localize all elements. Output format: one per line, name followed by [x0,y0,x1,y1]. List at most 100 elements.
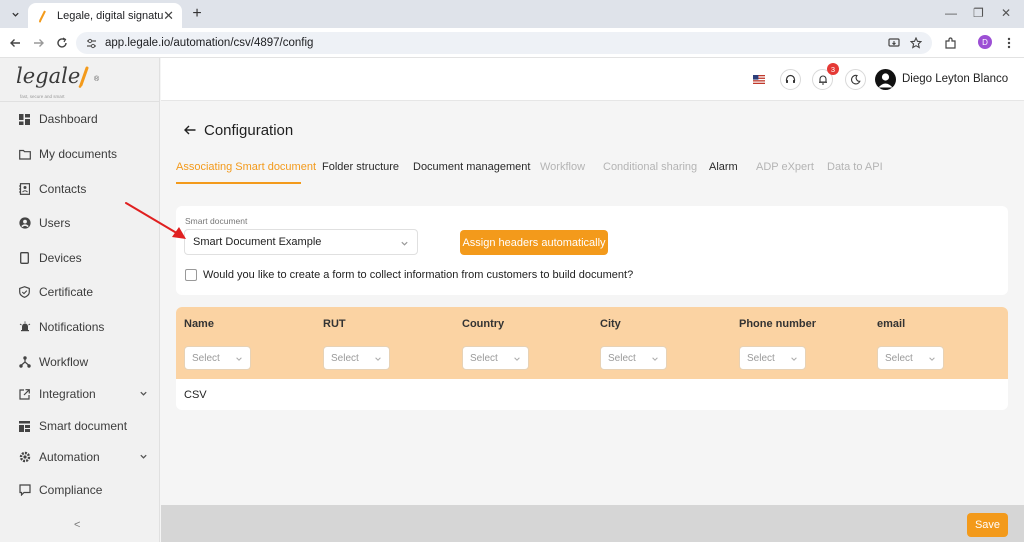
notification-count-badge: 3 [827,63,839,75]
rut-column-select[interactable]: Select [323,346,390,370]
mapping-header-row: Name Select RUT Select Country Select Ci… [176,307,1008,379]
new-tab-button[interactable]: + [188,5,206,23]
browser-menu-icon[interactable] [1001,35,1017,51]
annotation-arrow-icon [125,202,186,239]
minimize-window-icon[interactable]: — [945,6,957,20]
reload-icon[interactable] [54,35,70,51]
chevron-down-icon [140,454,147,459]
user-avatar-icon [878,73,893,88]
sidebar-item-my-documents[interactable]: My documents [18,144,152,164]
sidebar-item-notifications[interactable]: Notifications [18,317,152,337]
sidebar-item-automation[interactable]: Automation [18,447,152,467]
folder-icon [18,148,31,161]
sidebar-item-label: Devices [39,251,82,265]
sidebar-item-label: My documents [39,147,118,161]
sidebar-item-label: Workflow [39,355,89,369]
browser-tab[interactable]: Legale, digital signature ✕ [28,3,182,28]
browser-tab-bar: Legale, digital signature ✕ + — ❐ ✕ [0,0,1024,28]
tab-folder-structure[interactable]: Folder structure [322,161,399,173]
tab-alarm[interactable]: Alarm [709,161,738,173]
chevron-down-icon [140,391,147,396]
tab-data-to-api[interactable]: Data to API [827,161,883,173]
support-button[interactable] [780,69,801,90]
tab-search-button[interactable] [6,5,24,23]
tab-adp-expert[interactable]: ADP eXpert [756,161,814,173]
collapse-sidebar-button[interactable]: < [74,519,80,531]
smart-document-select[interactable]: Smart Document Example [184,229,418,255]
select-placeholder: Select [747,352,775,364]
user-name[interactable]: Diego Leyton Blanco [902,73,1008,85]
tab-associating-smart-document[interactable]: Associating Smart document [176,161,316,173]
moon-icon [850,74,861,85]
country-column-select[interactable]: Select [462,346,529,370]
workflow-icon [18,356,31,369]
sidebar-item-devices[interactable]: Devices [18,248,152,268]
sidebar: legale ® fast, secure and smart Dashboar… [0,58,160,542]
star-icon[interactable] [910,37,922,49]
sidebar-item-smart-document[interactable]: Smart document [18,416,152,436]
sidebar-item-compliance[interactable]: Compliance [18,480,152,500]
tab-workflow[interactable]: Workflow [540,161,585,173]
close-window-icon[interactable]: ✕ [1001,6,1011,20]
install-app-icon[interactable] [888,37,900,49]
header-mapping-table: Name Select RUT Select Country Select Ci… [176,307,1008,410]
tab-conditional-sharing[interactable]: Conditional sharing [603,161,697,173]
legale-logo[interactable]: legale ® fast, secure and smart [16,64,136,100]
chevron-down-icon [375,357,381,361]
column-header: Phone number [739,318,817,330]
sidebar-item-label: Notifications [39,320,105,334]
column-header: Country [462,318,505,330]
back-nav-icon[interactable] [7,35,23,51]
theme-toggle-button[interactable] [845,69,866,90]
email-column-select[interactable]: Select [877,346,944,370]
chevron-down-icon [514,357,520,361]
sidebar-item-workflow[interactable]: Workflow [18,352,152,372]
legale-favicon-icon [39,10,46,22]
assign-headers-button[interactable]: Assign headers automatically [460,230,608,255]
us-flag-icon[interactable] [753,75,765,84]
restore-window-icon[interactable]: ❐ [973,6,984,20]
extensions-icon[interactable] [942,35,958,51]
logo-wordmark: legale [16,64,81,88]
sidebar-item-label: Compliance [39,483,103,497]
chevron-down-icon [11,12,19,17]
create-form-checkbox[interactable] [185,269,197,281]
sidebar-item-dashboard[interactable]: Dashboard [18,109,152,129]
address-bar[interactable]: app.legale.io/automation/csv/4897/config [76,32,932,54]
column-header: City [600,318,621,330]
chevron-down-icon [236,357,242,361]
sidebar-item-label: Integration [39,387,96,401]
logo-tagline: fast, secure and smart [20,94,65,99]
name-column-select[interactable]: Select [184,346,251,370]
registered-mark-icon: ® [94,76,100,83]
chevron-down-icon [929,357,935,361]
city-column-select[interactable]: Select [600,346,667,370]
profile-avatar[interactable]: D [978,35,992,49]
sidebar-item-certificate[interactable]: Certificate [18,282,152,302]
sidebar-item-label: Smart document [39,419,128,433]
save-button[interactable]: Save [967,513,1008,537]
create-form-label: Would you like to create a form to colle… [203,269,634,281]
back-arrow-icon[interactable] [183,123,197,137]
select-placeholder: Select [885,352,913,364]
user-avatar[interactable] [875,69,896,90]
logo-accent-icon [78,66,89,88]
phone-column-select[interactable]: Select [739,346,806,370]
contacts-icon [18,183,31,196]
close-tab-icon[interactable]: ✕ [163,8,174,24]
headset-icon [785,74,796,83]
dashboard-icon [18,113,31,126]
browser-toolbar: app.legale.io/automation/csv/4897/config [0,28,1024,58]
main-content: Configuration Associating Smart document… [161,101,1024,505]
site-settings-icon[interactable] [86,38,97,49]
browser-tab-title: Legale, digital signature [57,9,164,22]
forward-nav-icon[interactable] [31,35,47,51]
select-placeholder: Select [192,352,220,364]
chevron-down-icon [401,241,408,246]
smart-document-value: Smart Document Example [193,236,322,248]
sidebar-item-label: Contacts [39,182,87,196]
sidebar-item-integration[interactable]: Integration [18,384,152,404]
tab-document-management[interactable]: Document management [413,161,530,173]
smart-doc-icon [18,420,31,433]
sidebar-item-label: Automation [39,450,100,464]
